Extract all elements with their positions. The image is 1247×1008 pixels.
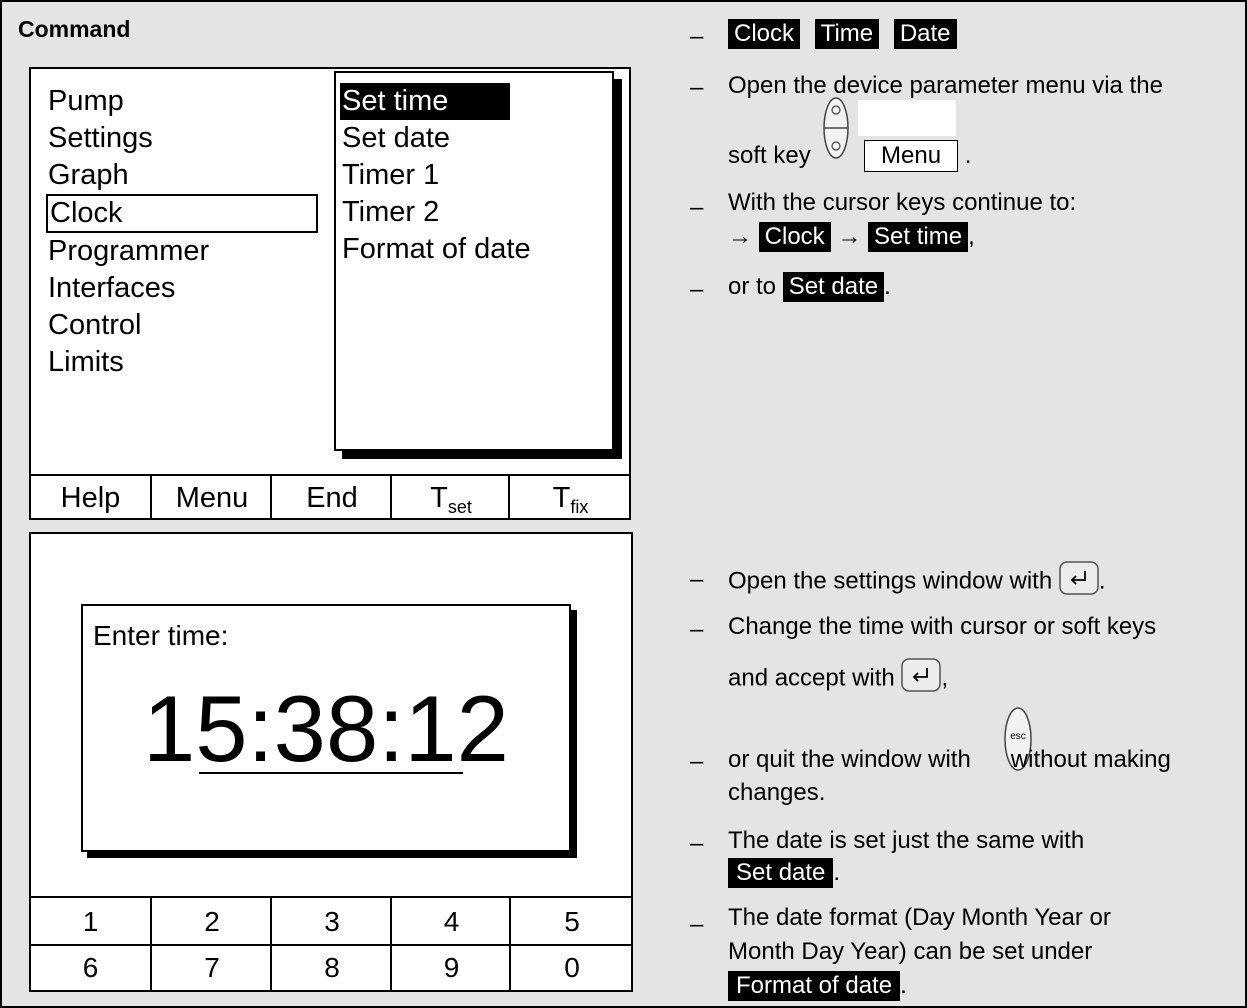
- step4-dash: –: [690, 566, 704, 593]
- keypad-key-5[interactable]: 5: [509, 898, 633, 946]
- softkey-help[interactable]: Help: [31, 476, 150, 520]
- step5-line2: and accept with ,: [728, 658, 948, 700]
- step8-format-key: Format of date: [728, 971, 901, 1001]
- keypad-key-1[interactable]: 1: [31, 898, 150, 946]
- keypad-key-8[interactable]: 8: [270, 944, 392, 992]
- step3-dash: –: [690, 276, 704, 303]
- menu-key-box: Menu: [864, 140, 959, 172]
- step7-dash: –: [690, 830, 704, 857]
- step1-period: .: [964, 142, 972, 169]
- step2-line1: With the cursor keys continue to:: [728, 189, 1077, 216]
- step7-setdate-key: Set date: [728, 858, 834, 888]
- softkey-end[interactable]: End: [270, 476, 392, 520]
- numeric-keypad: 1 2 3 4 5 6 7 8 9 0: [31, 896, 631, 992]
- step4-period: .: [1098, 567, 1106, 595]
- step5-line1: Change the time with cursor or soft keys: [728, 613, 1157, 640]
- key-time: Time: [814, 19, 880, 49]
- header-dash: –: [690, 23, 704, 50]
- key-clock: Clock: [728, 19, 801, 49]
- softkey-bar: Help Menu End Tset Tfix: [31, 474, 629, 520]
- softkey-menu[interactable]: Menu: [150, 476, 272, 520]
- main-menu: Pump Settings Graph Clock Programmer Int…: [46, 83, 318, 381]
- submenu-item-set-time[interactable]: Set time: [340, 83, 510, 120]
- step3-or-to: or to: [728, 273, 777, 300]
- menu-item-control[interactable]: Control: [48, 307, 318, 344]
- enter-key-icon: [1059, 561, 1099, 603]
- step8-line1: The date format (Day Month Year or: [728, 904, 1111, 931]
- menu-item-interfaces[interactable]: Interfaces: [48, 270, 318, 307]
- time-dialog: Enter time: 15:38:12: [81, 604, 571, 852]
- submenu-popup: Set time Set date Timer 1 Timer 2 Format…: [334, 71, 614, 451]
- menu-item-limits[interactable]: Limits: [48, 344, 318, 381]
- key-date: Date: [893, 19, 957, 49]
- step8-line3: Format of date.: [728, 970, 907, 1001]
- step3-period: .: [884, 273, 891, 300]
- step1-line1: Open the device parameter menu via the: [728, 72, 1163, 99]
- step1-line2: soft key Menu .: [728, 140, 971, 172]
- step6-text-a: or quit the window with: [728, 746, 971, 773]
- esc-label: esc: [1010, 731, 1026, 742]
- menu-item-clock[interactable]: Clock: [46, 194, 318, 233]
- menu-item-programmer[interactable]: Programmer: [48, 233, 318, 270]
- step1-softkey-text: soft key: [728, 142, 811, 169]
- submenu-item-set-date[interactable]: Set date: [342, 120, 612, 157]
- step7-period: .: [833, 859, 841, 886]
- submenu-item-timer-1[interactable]: Timer 1: [342, 157, 612, 194]
- softkey-tfix[interactable]: Tfix: [508, 476, 631, 520]
- step7-line1: The date is set just the same with: [728, 827, 1085, 854]
- keypad-key-9[interactable]: 9: [390, 944, 511, 992]
- step5-comma: ,: [941, 664, 949, 692]
- menu-screen: Pump Settings Graph Clock Programmer Int…: [29, 67, 631, 520]
- enter-time-label: Enter time:: [93, 620, 229, 651]
- tfix-main: T: [552, 482, 571, 514]
- menu-item-settings[interactable]: Settings: [48, 120, 318, 157]
- step2-dash: –: [690, 194, 704, 221]
- keypad-key-3[interactable]: 3: [270, 898, 392, 946]
- time-underline: [199, 772, 463, 774]
- step8-dash: –: [690, 911, 704, 938]
- tfix-subscript: fix: [570, 497, 589, 517]
- keypad-key-4[interactable]: 4: [390, 898, 511, 946]
- soft-key-label-blank: [858, 100, 956, 136]
- time-entry-screen: Enter time: 15:38:12 1 2 3 4 5 6 7 8 9 0: [29, 532, 633, 992]
- step2-comma: ,: [968, 223, 975, 250]
- step2-settime-key: Set time: [868, 222, 969, 252]
- submenu-item-format-of-date[interactable]: Format of date: [342, 231, 612, 268]
- step2-clock-key: Clock: [758, 222, 831, 252]
- keypad-key-0[interactable]: 0: [509, 944, 633, 992]
- keypad-key-6[interactable]: 6: [31, 944, 150, 992]
- step4-text: Open the settings window with: [728, 567, 1053, 595]
- time-value[interactable]: 15:38:12: [143, 674, 509, 784]
- step5-accept-text: and accept with: [728, 664, 895, 692]
- step6-line2: changes.: [728, 779, 826, 806]
- menu-item-graph[interactable]: Graph: [48, 157, 318, 194]
- submenu-item-timer-2[interactable]: Timer 2: [342, 194, 612, 231]
- tset-main: T: [430, 482, 448, 514]
- step3-setdate-key: Set date: [782, 272, 885, 302]
- step1-dash: –: [690, 74, 704, 101]
- step8-period: .: [900, 972, 907, 999]
- header-key-sequence: Clock Time Date: [728, 19, 957, 49]
- step4-line: Open the settings window with .: [728, 561, 1106, 603]
- command-heading: Command: [18, 16, 131, 42]
- softkey-tset[interactable]: Tset: [390, 476, 510, 520]
- step2-line2: → Clock → Set time,: [728, 221, 975, 252]
- step7-line2: Set date.: [728, 857, 840, 888]
- step3-line: or to Set date.: [728, 271, 891, 302]
- arrow-1: →: [728, 223, 752, 250]
- menu-item-pump[interactable]: Pump: [48, 83, 318, 120]
- step6-text-b: without making: [1010, 746, 1171, 773]
- step5-dash: –: [690, 616, 704, 643]
- arrow-2: →: [837, 223, 862, 250]
- step8-line2: Month Day Year) can be set under: [728, 938, 1093, 965]
- keypad-key-2[interactable]: 2: [150, 898, 272, 946]
- keypad-key-7[interactable]: 7: [150, 944, 272, 992]
- step6-line1: or quit the window with without making: [728, 744, 1171, 775]
- enter-key-icon: [901, 658, 942, 700]
- step6-dash: –: [690, 748, 704, 775]
- tset-subscript: set: [447, 497, 472, 517]
